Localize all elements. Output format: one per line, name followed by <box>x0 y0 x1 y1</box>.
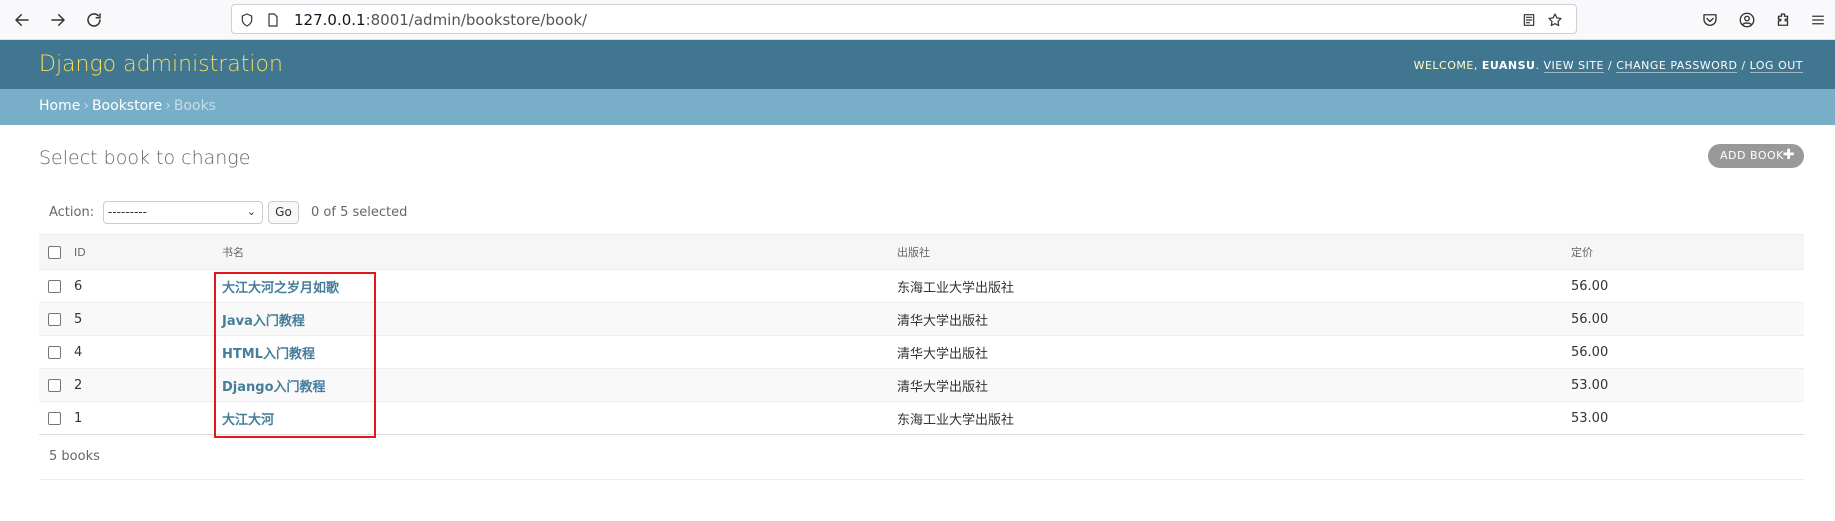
back-arrow-icon[interactable] <box>10 8 34 32</box>
cell-publisher: 清华大学出版社 <box>888 335 1562 369</box>
action-selected-value: --------- <box>108 205 147 219</box>
change-password-link[interactable]: CHANGE PASSWORD <box>1616 59 1738 73</box>
table-row: 6 大江大河之岁月如歌 东海工业大学出版社 56.00 <box>39 269 1804 303</box>
site-branding[interactable]: Django administration <box>39 52 283 77</box>
book-title-link[interactable]: Java入门教程 <box>222 314 305 329</box>
account-icon[interactable] <box>1736 9 1758 31</box>
table-row: 5 Java入门教程 清华大学出版社 56.00 <box>39 302 1804 336</box>
address-bar[interactable]: 127.0.0.1:8001/admin/bookstore/book/ <box>231 4 1577 34</box>
cell-publisher: 清华大学出版社 <box>888 302 1562 336</box>
results-table: ID 书名 出版社 定价 6 大江大河之岁月如歌 东海工业大学出版社 56.00… <box>39 234 1804 435</box>
cell-publisher: 清华大学出版社 <box>888 368 1562 402</box>
column-header-title[interactable]: 书名 <box>213 234 888 270</box>
add-book-button[interactable]: ADD BOOK ✚ <box>1708 144 1804 168</box>
go-button[interactable]: Go <box>268 201 299 224</box>
row-checkbox[interactable] <box>48 345 61 359</box>
cell-price: 53.00 <box>1562 368 1804 402</box>
bookmark-star-icon[interactable] <box>1546 11 1564 29</box>
cell-id: 6 <box>65 269 213 303</box>
cell-price: 56.00 <box>1562 302 1804 336</box>
cell-id: 4 <box>65 335 213 369</box>
column-header-id[interactable]: ID <box>65 234 213 270</box>
page-title: Select book to change <box>39 147 251 169</box>
cell-price: 53.00 <box>1562 401 1804 435</box>
log-out-link[interactable]: LOG OUT <box>1749 59 1803 73</box>
cell-id: 2 <box>65 368 213 402</box>
table-header-row: ID 书名 出版社 定价 <box>39 234 1804 270</box>
view-site-link[interactable]: VIEW SITE <box>1543 59 1604 73</box>
row-checkbox[interactable] <box>48 411 61 425</box>
username: EUANSU <box>1481 59 1536 72</box>
row-checkbox[interactable] <box>48 312 61 326</box>
row-checkbox[interactable] <box>48 279 61 293</box>
breadcrumb-home[interactable]: Home <box>39 98 80 114</box>
cell-publisher: 东海工业大学出版社 <box>888 401 1562 435</box>
shield-icon[interactable] <box>238 11 256 29</box>
url-text[interactable]: 127.0.0.1:8001/admin/bookstore/book/ <box>294 11 587 29</box>
breadcrumb-separator: › <box>165 98 171 114</box>
book-title-link[interactable]: 大江大河之岁月如歌 <box>222 281 339 296</box>
column-header-price[interactable]: 定价 <box>1562 234 1804 270</box>
select-all-cell <box>39 234 65 270</box>
forward-arrow-icon[interactable] <box>46 8 70 32</box>
action-select[interactable]: --------- ⌄ <box>103 201 263 224</box>
cell-price: 56.00 <box>1562 269 1804 303</box>
action-label: Action: <box>49 205 95 220</box>
breadcrumb: Home › Bookstore › Books <box>0 89 1835 125</box>
cell-publisher: 东海工业大学出版社 <box>888 269 1562 303</box>
admin-header: Django administration WELCOME, EUANSU. V… <box>0 40 1835 89</box>
browser-toolbar: 127.0.0.1:8001/admin/bookstore/book/ <box>0 0 1835 40</box>
book-title-link[interactable]: Django入门教程 <box>222 380 326 395</box>
reload-icon[interactable] <box>82 8 106 32</box>
plus-icon: ✚ <box>1782 147 1795 163</box>
reader-view-icon[interactable] <box>1520 11 1538 29</box>
chevron-down-icon: ⌄ <box>246 205 256 218</box>
breadcrumb-separator: › <box>83 98 89 114</box>
book-title-link[interactable]: HTML入门教程 <box>222 347 315 362</box>
cell-id: 1 <box>65 401 213 435</box>
column-header-publisher[interactable]: 出版社 <box>888 234 1562 270</box>
menu-icon[interactable] <box>1807 9 1829 31</box>
select-all-checkbox[interactable] <box>48 245 61 259</box>
pocket-icon[interactable] <box>1699 9 1721 31</box>
welcome-text: WELCOME, <box>1413 59 1478 72</box>
action-bar: Action: --------- ⌄ Go 0 of 5 selected <box>39 200 1804 225</box>
row-checkbox[interactable] <box>48 378 61 392</box>
cell-price: 56.00 <box>1562 335 1804 369</box>
add-book-label: ADD BOOK <box>1720 149 1784 162</box>
page-icon[interactable] <box>264 11 282 29</box>
table-row: 4 HTML入门教程 清华大学出版社 56.00 <box>39 335 1804 369</box>
extensions-icon[interactable] <box>1772 9 1794 31</box>
user-tools: WELCOME, EUANSU. VIEW SITE / CHANGE PASS… <box>1413 59 1803 73</box>
cell-id: 5 <box>65 302 213 336</box>
url-host: 127.0.0.1 <box>294 11 366 29</box>
selection-counter: 0 of 5 selected <box>311 205 408 220</box>
book-title-link[interactable]: 大江大河 <box>222 413 274 428</box>
breadcrumb-current: Books <box>173 98 216 114</box>
table-row: 2 Django入门教程 清华大学出版社 53.00 <box>39 368 1804 402</box>
table-row: 1 大江大河 东海工业大学出版社 53.00 <box>39 401 1804 435</box>
paginator: 5 books <box>39 438 1804 480</box>
url-path: :8001/admin/bookstore/book/ <box>365 11 588 29</box>
breadcrumb-bookstore[interactable]: Bookstore <box>92 98 162 114</box>
